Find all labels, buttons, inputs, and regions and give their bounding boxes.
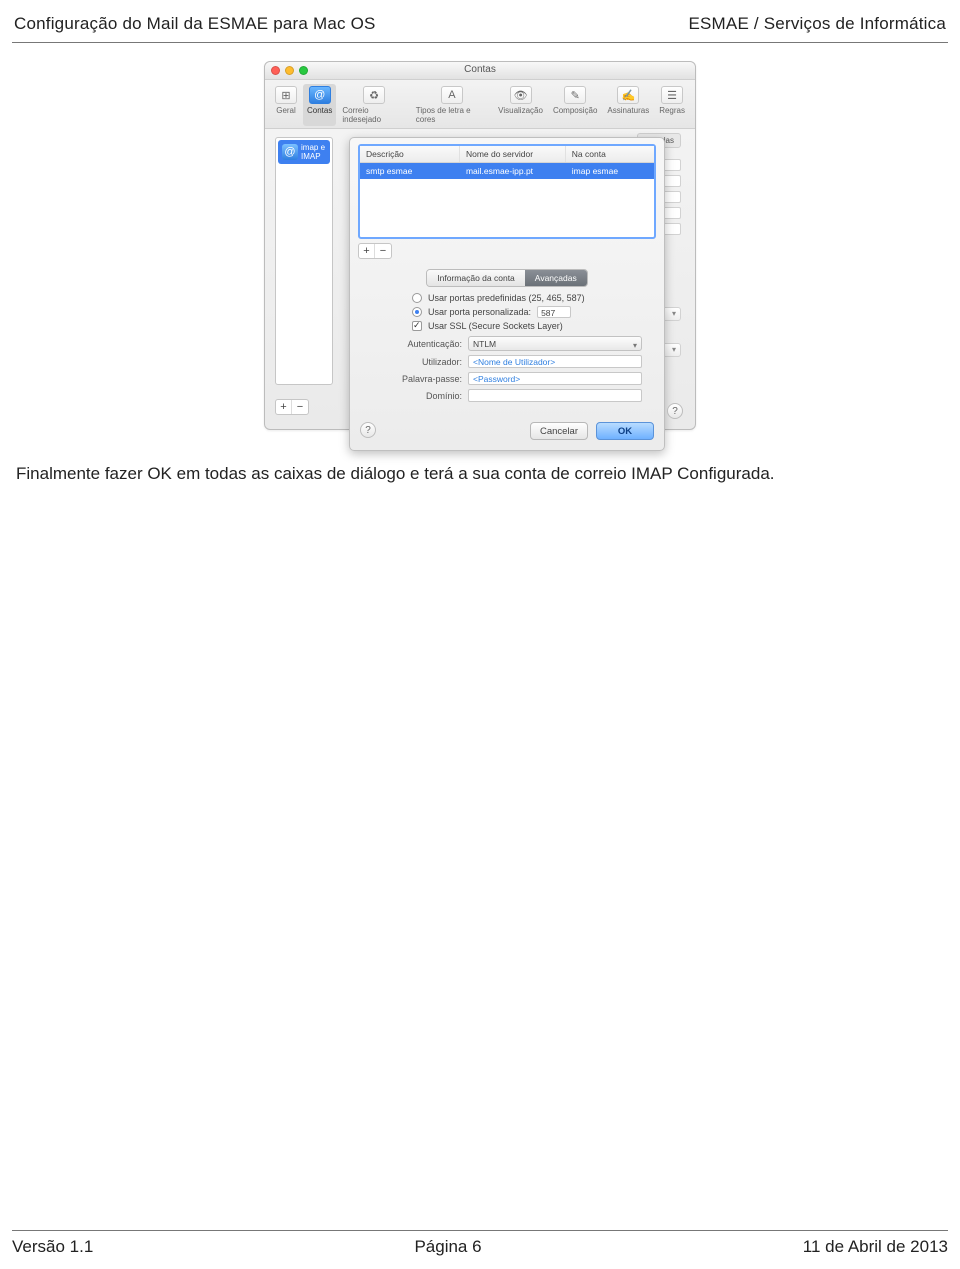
plus-icon[interactable]: + [359,244,375,258]
toolbar-label: Tipos de letra e cores [416,106,488,124]
col-conta: Na conta [566,146,654,162]
smtp-servers-sheet: Descrição Nome do servidor Na conta smtp… [349,137,665,451]
minus-icon[interactable]: − [375,244,391,258]
smtp-server-list[interactable]: Descrição Nome do servidor Na conta smtp… [358,144,656,239]
checkbox-ssl[interactable] [412,321,422,331]
toolbar-label: Geral [276,106,296,115]
header-left: Configuração do Mail da ESMAE para Mac O… [14,14,376,34]
window-title: Contas [265,64,695,75]
toolbar-signatures[interactable]: ✍ Assinaturas [603,84,653,126]
help-icon[interactable]: ? [667,403,683,419]
toolbar-label: Contas [307,106,332,115]
list-row-selected[interactable]: smtp esmae mail.esmae-ipp.pt imap esmae [360,163,654,179]
window-body: ançadas @ imap e IMAP [265,129,695,429]
label-auth: Autenticação: [372,339,462,349]
toolbar-geral[interactable]: ⊞ Geral [271,84,301,126]
port-options: Usar portas predefinidas (25, 465, 587) … [358,293,656,336]
plus-icon[interactable]: + [276,400,292,414]
input-domain[interactable] [468,389,642,402]
label-password: Palavra-passe: [372,374,462,384]
sidebar-account-item[interactable]: @ imap e IMAP [278,140,330,164]
label-ssl: Usar SSL (Secure Sockets Layer) [428,321,563,331]
page-footer: Versão 1.1 Página 6 11 de Abril de 2013 [12,1237,948,1257]
segmented-control[interactable]: Informação da conta Avançadas [358,269,656,287]
pencil-icon: ✎ [564,86,586,104]
recycle-icon: ♻ [363,86,385,104]
titlebar: Contas [265,62,695,80]
toolbar-label: Correio indesejado [342,106,405,124]
minus-icon[interactable]: − [292,400,308,414]
toolbar-contas[interactable]: @ Contas [303,84,336,126]
toolbar-rules[interactable]: ☰ Regras [655,84,689,126]
footer-version: Versão 1.1 [12,1237,93,1257]
signature-icon: ✍ [617,86,639,104]
rules-icon: ☰ [661,86,683,104]
page-header: Configuração do Mail da ESMAE para Mac O… [12,10,948,42]
col-descricao: Descrição [360,146,460,162]
prefs-toolbar: ⊞ Geral @ Contas ♻ Correio indesejado A … [265,80,695,129]
toolbar-fonts[interactable]: A Tipos de letra e cores [412,84,492,126]
label-predefined-ports: Usar portas predefinidas (25, 465, 587) [428,293,585,303]
account-name: imap e [301,143,325,152]
sidebar-add-remove[interactable]: + − [275,399,309,415]
select-auth[interactable]: NTLM [468,336,642,351]
auth-form: Autenticação: NTLM Utilizador: <Nome de … [358,336,656,402]
cancel-button[interactable]: Cancelar [530,422,588,440]
toolbar-view[interactable]: 👁 Visualização [494,84,547,126]
footer-date: 11 de Abril de 2013 [803,1237,948,1257]
radio-custom-port[interactable] [412,307,422,317]
ok-button[interactable]: OK [596,422,654,440]
seg-info[interactable]: Informação da conta [427,270,525,286]
cell-account: imap esmae [566,163,654,179]
cell-desc: smtp esmae [360,163,460,179]
radio-predefined-ports[interactable] [412,293,422,303]
header-right: ESMAE / Serviços de Informática [688,14,946,34]
list-header: Descrição Nome do servidor Na conta [360,146,654,163]
input-user[interactable]: <Nome de Utilizador> [468,355,642,368]
toolbar-label: Visualização [498,106,543,115]
header-rule [12,42,948,43]
mac-preferences-window: Contas ⊞ Geral @ Contas ♻ Correio indese… [264,61,696,430]
footer-page: Página 6 [414,1237,481,1257]
account-type: IMAP [301,152,325,161]
toolbar-label: Assinaturas [607,106,649,115]
toolbar-label: Regras [659,106,685,115]
list-add-remove[interactable]: + − [358,243,392,259]
caption-text: Finalmente fazer OK em todas as caixas d… [16,464,944,484]
input-password[interactable]: <Password> [468,372,642,385]
accounts-sidebar: @ imap e IMAP [275,137,333,385]
gear-icon: ⊞ [275,86,297,104]
custom-port-input[interactable]: 587 [537,306,571,318]
toolbar-label: Composição [553,106,597,115]
screenshot-figure: Contas ⊞ Geral @ Contas ♻ Correio indese… [12,61,948,430]
label-domain: Domínio: [372,391,462,401]
cell-server: mail.esmae-ipp.pt [460,163,566,179]
label-user: Utilizador: [372,357,462,367]
label-custom-port: Usar porta personalizada: [428,307,531,317]
help-icon[interactable]: ? [360,422,376,438]
seg-avancadas[interactable]: Avançadas [525,270,587,286]
col-servidor: Nome do servidor [460,146,566,162]
toolbar-compose[interactable]: ✎ Composição [549,84,601,126]
at-icon: @ [309,86,331,104]
footer-rule [12,1230,948,1231]
at-icon: @ [282,144,298,160]
eye-icon: 👁 [510,86,532,104]
font-icon: A [441,86,463,104]
sheet-actions: ? Cancelar OK [350,414,664,450]
toolbar-junk[interactable]: ♻ Correio indesejado [338,84,409,126]
